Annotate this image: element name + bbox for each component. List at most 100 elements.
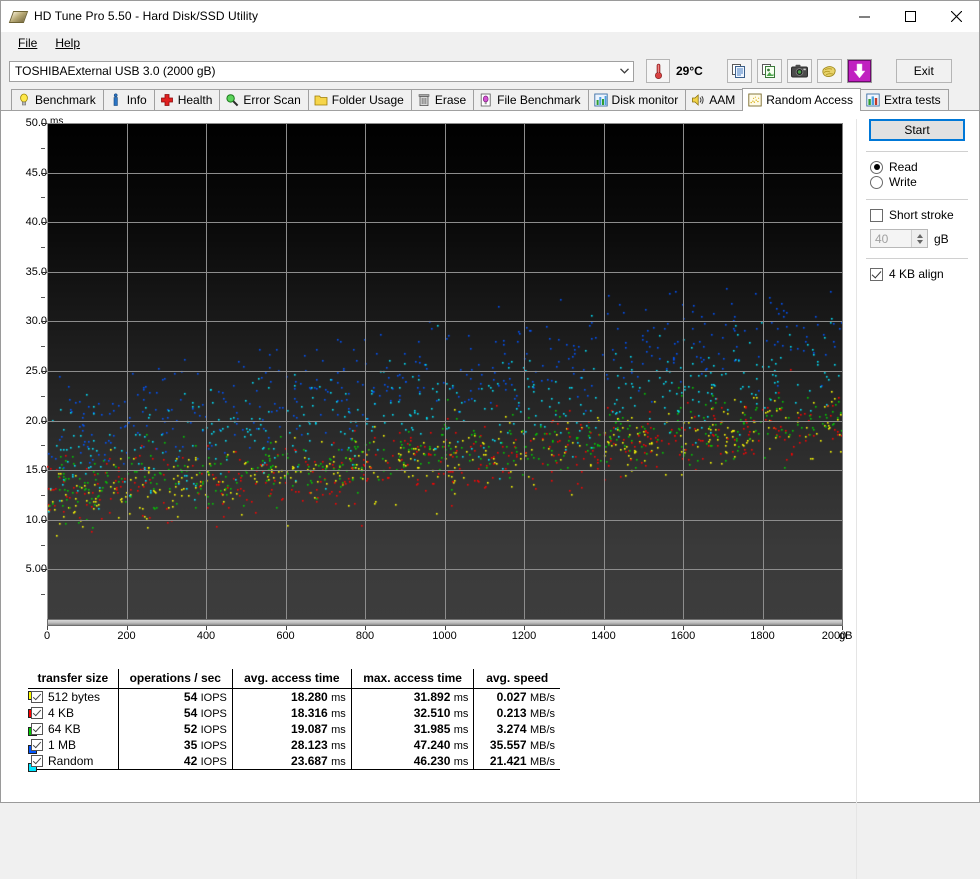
tab-random-access[interactable]: Random Access: [742, 88, 861, 111]
tab-erase-label: Erase: [434, 93, 467, 107]
download-arrow-icon[interactable]: [846, 59, 872, 83]
col-avg-speed: avg. speed: [473, 669, 560, 689]
row-avg-speed: 21.421 MB/s: [473, 753, 560, 770]
spinner-up-icon: [916, 233, 923, 238]
tab-extra-tests-label: Extra tests: [883, 93, 941, 107]
row-checkbox[interactable]: [31, 707, 43, 719]
spinner-arrows[interactable]: [911, 230, 927, 247]
thermometer-icon: [646, 59, 670, 83]
radio-read-label: Read: [889, 160, 918, 174]
y-axis-minor-tick: [41, 495, 45, 496]
row-transfer-size[interactable]: 512 bytes: [28, 688, 119, 705]
copy-document-icon[interactable]: [726, 59, 752, 83]
row-avg-speed: 0.213 MB/s: [496, 706, 555, 720]
copy-image-icon[interactable]: [756, 59, 782, 83]
spinner-down-icon: [916, 239, 923, 244]
row-operations-sec: 52 IOPS: [118, 721, 233, 737]
row-transfer-size-label: 1 MB: [48, 738, 77, 752]
toolbar-buttons: [726, 59, 872, 83]
tab-erase[interactable]: Erase: [410, 89, 475, 110]
tab-error-scan-label: Error Scan: [243, 93, 301, 107]
row-transfer-size[interactable]: 1 MB: [28, 737, 119, 753]
panel-divider: [856, 119, 857, 879]
col-operations-sec: operations / sec: [118, 669, 233, 689]
short-stroke-spinner[interactable]: 40: [870, 229, 928, 248]
cookie-icon[interactable]: [816, 59, 842, 83]
grid-line-vertical: [683, 123, 684, 619]
row-transfer-size[interactable]: 64 KB: [28, 721, 119, 737]
row-checkbox[interactable]: [31, 723, 43, 735]
x-axis-tick-label: 1600: [670, 630, 696, 642]
folder-icon: [314, 95, 328, 106]
checkbox-4kb-align[interactable]: 4 KB align: [870, 267, 970, 281]
tab-strip: Benchmark Info Health Error Scan Folder …: [1, 88, 979, 111]
tab-error-scan[interactable]: Error Scan: [219, 89, 309, 110]
col-transfer-size: transfer size: [28, 669, 119, 689]
tab-benchmark-label: Benchmark: [35, 93, 96, 107]
radio-write[interactable]: Write: [870, 175, 970, 189]
short-stroke-value: 40: [875, 231, 889, 246]
tab-health-label: Health: [177, 93, 213, 107]
exit-button[interactable]: Exit: [895, 59, 952, 83]
checkbox-short-stroke[interactable]: Short stroke: [870, 208, 970, 222]
divider-2: [866, 199, 968, 200]
tab-aam[interactable]: AAM: [685, 89, 744, 110]
x-axis-tick-label: 200: [117, 630, 136, 642]
extra-chart-icon: [866, 93, 880, 107]
radio-read[interactable]: Read: [870, 160, 970, 174]
menu-help[interactable]: Help: [46, 34, 89, 52]
row-max-access-time: 32.510 ms: [351, 705, 475, 721]
row-checkbox[interactable]: [31, 739, 43, 751]
window-title: HD Tune Pro 5.50 - Hard Disk/SSD Utility: [34, 9, 259, 23]
table-row: 1 MB 35 IOPS 28.123 ms 47.240 ms 35.557 MB/s: [28, 737, 560, 753]
chevron-down-icon: [616, 62, 633, 81]
temperature-value: 29°C: [676, 64, 703, 78]
magnifier-icon: [226, 94, 239, 107]
menu-file[interactable]: File: [9, 34, 46, 52]
x-axis-tick-label: 1400: [591, 630, 616, 642]
tab-file-benchmark-label: File Benchmark: [497, 93, 581, 107]
start-button[interactable]: Start: [869, 119, 965, 141]
row-transfer-size[interactable]: 4 KB: [28, 705, 119, 721]
toolbar: TOSHIBAExternal USB 3.0 (2000 gB) 29°C E…: [1, 54, 979, 88]
tab-benchmark[interactable]: Benchmark: [11, 89, 104, 110]
grid-line-vertical: [206, 123, 207, 619]
row-transfer-size-label: 512 bytes: [48, 690, 101, 704]
x-axis-tick-label: 1800: [750, 630, 775, 642]
x-axis-tick-label: 1200: [511, 630, 537, 642]
short-stroke-indicator: [870, 208, 883, 222]
row-avg-access-time: 18.316 ms: [232, 705, 352, 721]
y-axis-minor-tick: [41, 197, 45, 199]
tab-disk-monitor[interactable]: Disk monitor: [587, 89, 687, 110]
drive-select[interactable]: TOSHIBAExternal USB 3.0 (2000 gB): [9, 60, 634, 82]
minimize-button[interactable]: [841, 1, 887, 31]
tab-info[interactable]: Info: [102, 89, 155, 110]
tab-extra-tests[interactable]: Extra tests: [859, 89, 949, 110]
row-max-access-time: 31.985 ms: [351, 721, 475, 737]
close-button[interactable]: [933, 1, 979, 31]
tab-file-benchmark[interactable]: File Benchmark: [473, 89, 589, 110]
short-stroke-label: Short stroke: [889, 208, 954, 222]
row-transfer-size-label: 64 KB: [48, 722, 81, 736]
row-transfer-size[interactable]: Random: [28, 753, 119, 770]
row-avg-speed: 35.557 MB/s: [489, 738, 555, 752]
align-label: 4 KB align: [889, 267, 944, 281]
radio-read-indicator: [870, 160, 883, 174]
tab-disk-monitor-label: Disk monitor: [611, 93, 679, 107]
scatter-plot-area: [47, 123, 843, 619]
row-operations-sec: 42 IOPS: [118, 753, 233, 770]
camera-icon[interactable]: [786, 59, 812, 83]
y-axis-minor-tick: [41, 346, 45, 348]
row-checkbox[interactable]: [31, 755, 43, 767]
maximize-button[interactable]: [887, 1, 933, 31]
row-avg-access-time: 19.087 ms: [232, 721, 352, 737]
tab-health[interactable]: Health: [153, 89, 221, 110]
hd-tune-window: HD Tune Pro 5.50 - Hard Disk/SSD Utility…: [0, 0, 980, 879]
tab-info-label: Info: [126, 93, 147, 107]
tab-folder-usage-label: Folder Usage: [331, 93, 404, 107]
short-stroke-unit: gB: [934, 231, 949, 246]
row-checkbox[interactable]: [31, 691, 43, 703]
y-axis-minor-tick: [41, 544, 45, 546]
row-max-access-time: 46.230 ms: [351, 753, 475, 770]
tab-folder-usage[interactable]: Folder Usage: [307, 89, 412, 110]
